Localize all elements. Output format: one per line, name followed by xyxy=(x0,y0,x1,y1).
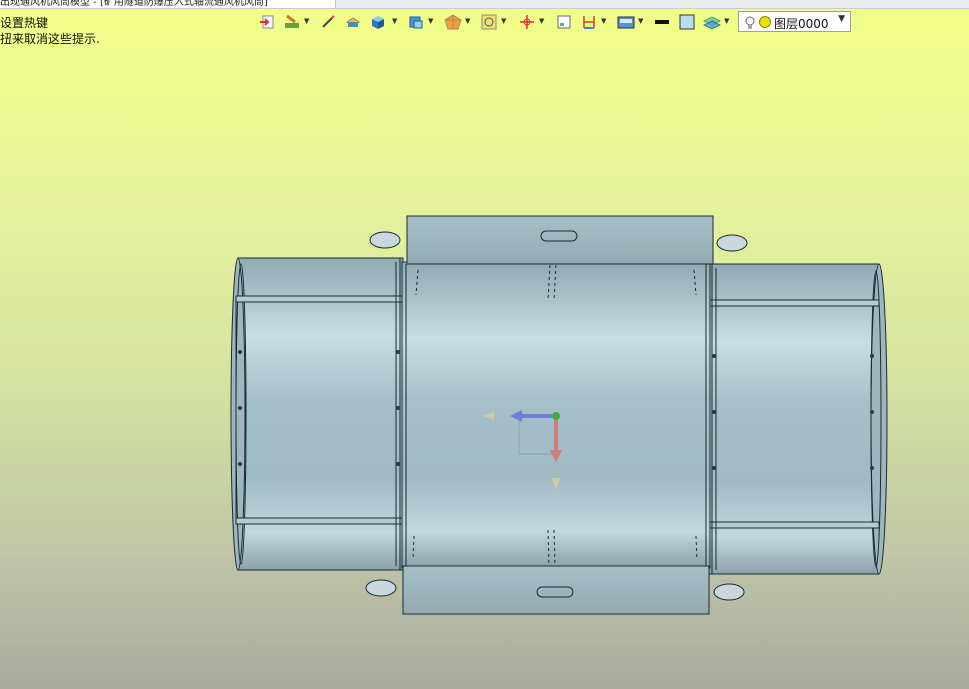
3d-viewport[interactable] xyxy=(0,0,969,689)
chevron-down-icon[interactable]: ▼ xyxy=(501,18,507,25)
chevron-down-icon[interactable]: ▼ xyxy=(428,18,434,25)
render-style-icon[interactable] xyxy=(443,12,463,32)
chevron-down-icon[interactable]: ▼ xyxy=(724,18,730,25)
dimension-icon[interactable] xyxy=(579,12,599,32)
small-frame-icon[interactable] xyxy=(554,12,574,32)
fill-color-icon[interactable] xyxy=(677,12,697,32)
layer-color-dot[interactable] xyxy=(759,16,771,28)
layer-name: 图层0000 xyxy=(774,17,829,31)
solid-box-icon[interactable] xyxy=(368,12,388,32)
chevron-down-icon[interactable]: ▼ xyxy=(304,18,310,25)
main-toolbar: ▼ ▼ ▼ ▼ ▼ ▼ ▼ ▼ ▼ 图层0000 ▼ xyxy=(255,10,855,34)
chevron-down-icon[interactable]: ▼ xyxy=(465,18,471,25)
layer-manager-icon[interactable] xyxy=(616,12,636,32)
eraser-box-icon[interactable] xyxy=(343,12,363,32)
line-weight-icon[interactable] xyxy=(652,12,672,32)
chevron-down-icon[interactable]: ▼ xyxy=(638,18,644,25)
layer-dropdown[interactable]: 图层0000 ▼ xyxy=(738,11,851,32)
chevron-down-icon[interactable]: ▼ xyxy=(539,18,545,25)
axis-cross-icon[interactable] xyxy=(517,12,537,32)
layer-stack-icon[interactable] xyxy=(702,12,722,32)
import-icon[interactable] xyxy=(257,12,277,32)
pencil-icon[interactable] xyxy=(318,12,338,32)
lightbulb-icon[interactable] xyxy=(744,15,756,34)
left-duct-section xyxy=(230,257,404,571)
right-duct-section xyxy=(708,263,888,575)
snap-target-icon[interactable] xyxy=(479,12,499,32)
chevron-down-icon[interactable]: ▼ xyxy=(601,18,607,25)
chevron-down-icon[interactable]: ▼ xyxy=(838,14,845,24)
paint-brush-icon[interactable] xyxy=(282,12,302,32)
chevron-down-icon[interactable]: ▼ xyxy=(392,18,398,25)
view-cube-icon[interactable] xyxy=(406,12,426,32)
